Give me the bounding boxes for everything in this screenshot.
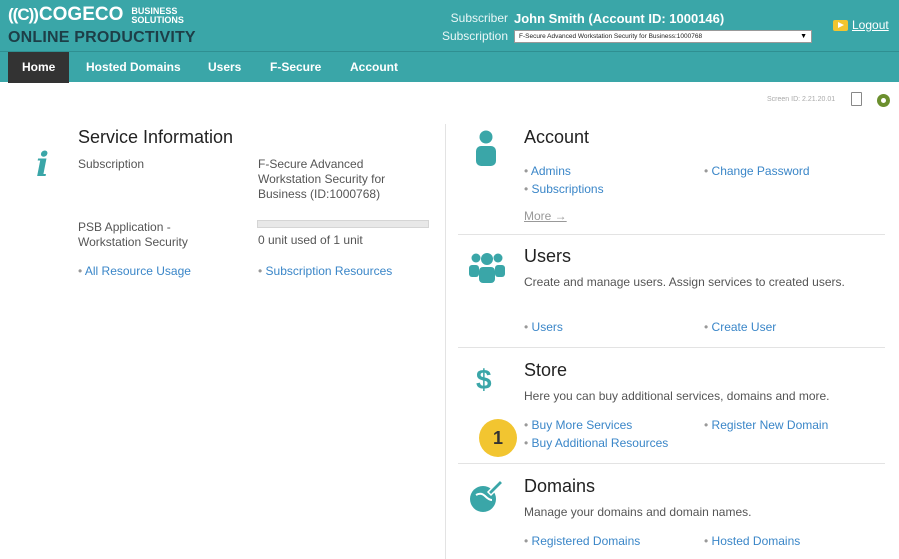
logo-wordmark: COGECO [38, 4, 124, 25]
subscriber-value: John Smith (Account ID: 1000146) [514, 10, 725, 26]
change-password-link[interactable]: Change Password [704, 164, 810, 178]
all-resource-usage-link[interactable]: All Resource Usage [78, 264, 191, 278]
logout-link[interactable]: Logout [833, 18, 889, 32]
domains-title: Domains [524, 476, 596, 496]
store-title: Store [524, 360, 568, 380]
users-title: Users [524, 246, 572, 266]
screen-id: Screen ID: 2.21.20.01 [767, 96, 836, 103]
divider-account-users [458, 234, 885, 235]
store-description: Here you can buy additional services, do… [524, 389, 830, 403]
usage-progress-bar [257, 220, 429, 228]
logo-business-solutions: BUSINESS SOLUTIONS [131, 7, 184, 25]
domains-description: Manage your domains and domain names. [524, 505, 752, 519]
domain-globe-icon [470, 478, 504, 512]
subscription-resources-link[interactable]: Subscription Resources [258, 264, 393, 278]
step-badge: 1 [479, 419, 517, 457]
subscriber-label: Subscriber [450, 11, 508, 25]
subscription-label: Subscription [78, 157, 145, 171]
main-nav: Home Hosted Domains Users F-Secure Accou… [0, 51, 899, 83]
nav-hosted-domains[interactable]: Hosted Domains [86, 52, 181, 83]
hosted-domains-link[interactable]: Hosted Domains [704, 534, 801, 548]
account-more-link[interactable]: More → [524, 209, 567, 223]
divider-store-domains [458, 463, 885, 464]
column-divider [445, 124, 446, 559]
logo-mark: ((C)) [8, 5, 39, 24]
users-group-icon [469, 253, 505, 283]
product-name: ONLINE PRODUCTIVITY [8, 29, 196, 46]
subscription-label: Subscription [441, 29, 508, 43]
register-new-domain-link[interactable]: Register New Domain [704, 418, 829, 432]
person-icon [476, 130, 496, 166]
users-link[interactable]: Users [524, 320, 563, 334]
subscription-select[interactable]: F-Secure Advanced Workstation Security f… [514, 29, 812, 43]
usage-text: 0 unit used of 1 unit [258, 233, 363, 247]
cogeco-logo: ((C)) COGECO BUSINESS SOLUTIONS [8, 4, 184, 25]
nav-account[interactable]: Account [350, 52, 398, 83]
psb-application-label: PSB Application - Workstation Security [78, 220, 188, 249]
info-icon: i [36, 145, 49, 185]
registered-domains-link[interactable]: Registered Domains [524, 534, 641, 548]
subscription-select-value: F-Secure Advanced Workstation Security f… [519, 32, 703, 40]
admins-link[interactable]: Admins [524, 164, 571, 178]
subscriptions-link[interactable]: Subscriptions [524, 182, 604, 196]
dollar-icon: $ [476, 364, 492, 395]
chevron-down-icon: ▼ [800, 32, 807, 40]
nav-users[interactable]: Users [208, 52, 241, 83]
nav-home[interactable]: Home [8, 52, 70, 83]
buy-additional-resources-link[interactable]: Buy Additional Resources [524, 436, 669, 450]
users-description: Create and manage users. Assign services… [524, 275, 845, 289]
subscriber-info: Subscriber John Smith (Account ID: 10001… [440, 9, 812, 45]
buy-more-services-link[interactable]: Buy More Services [524, 418, 633, 432]
logo-bs-line2: SOLUTIONS [131, 15, 184, 25]
document-icon[interactable] [851, 92, 862, 106]
refresh-icon[interactable] [877, 94, 890, 107]
app-header: ((C)) COGECO BUSINESS SOLUTIONS ONLINE P… [0, 0, 899, 51]
divider-users-store [458, 347, 885, 348]
logout-icon [833, 19, 848, 31]
create-user-link[interactable]: Create User [704, 320, 777, 334]
logout-label: Logout [852, 18, 889, 32]
subscription-value: F-Secure Advanced Workstation Security f… [258, 157, 386, 201]
account-title: Account [524, 127, 590, 147]
service-info-title: Service Information [78, 127, 234, 147]
nav-f-secure[interactable]: F-Secure [270, 52, 321, 83]
